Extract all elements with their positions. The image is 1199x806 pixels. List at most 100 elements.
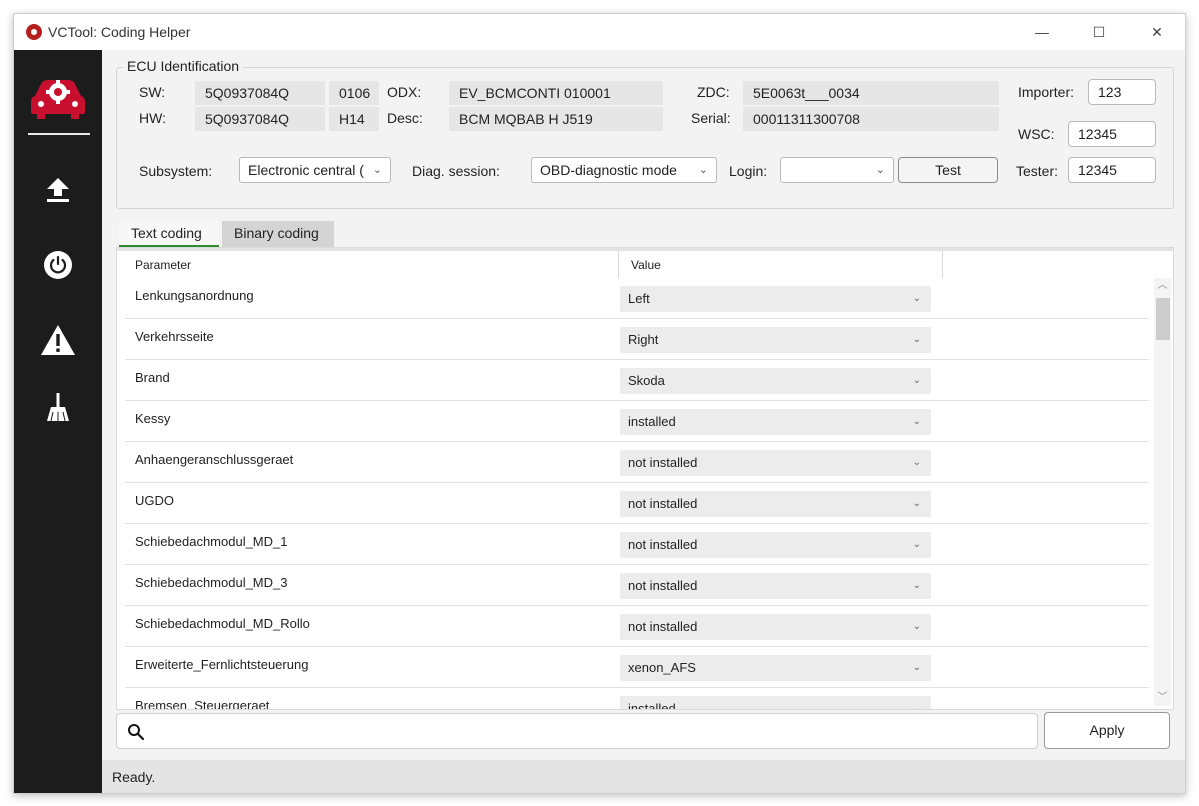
row-parameter: Lenkungsanordnung: [135, 288, 254, 303]
row-value-select[interactable]: not installed ⌄: [620, 573, 931, 599]
status-text: Ready.: [112, 769, 156, 785]
chevron-down-icon: ⌄: [912, 416, 921, 427]
hw-value: 5Q0937084Q: [195, 107, 325, 131]
table-row[interactable]: Bremsen_Steuergeraet installed ⌄: [125, 688, 1149, 710]
vertical-scrollbar[interactable]: ︿ ﹀: [1154, 278, 1171, 706]
scroll-down-icon[interactable]: ﹀: [1154, 690, 1171, 706]
importer-label: Importer:: [1018, 84, 1075, 100]
test-button[interactable]: Test: [898, 157, 998, 183]
login-label: Login:: [729, 163, 768, 179]
row-value-select[interactable]: installed ⌄: [620, 696, 931, 710]
table-row[interactable]: Verkehrsseite Right ⌄: [125, 319, 1149, 360]
row-parameter: Anhaengeranschlussgeraet: [135, 452, 294, 467]
login-select[interactable]: ⌄: [780, 157, 894, 183]
table-row[interactable]: Kessy installed ⌄: [125, 401, 1149, 442]
row-value-select[interactable]: not installed ⌄: [620, 532, 931, 558]
importer-input[interactable]: 123: [1088, 79, 1156, 105]
wsc-input[interactable]: 12345: [1068, 121, 1156, 147]
window-title: VCTool: Coding Helper: [48, 24, 191, 40]
sidebar-item-upload[interactable]: [14, 160, 102, 220]
coding-grid: Parameter Value Lenkungsanordnung Left ⌄ …: [116, 247, 1174, 710]
chevron-down-icon: ⌄: [912, 539, 921, 550]
minimize-button[interactable]: —: [1019, 14, 1065, 50]
diag-session-value: OBD-diagnostic mode: [540, 162, 677, 178]
scroll-up-icon[interactable]: ︿: [1154, 278, 1171, 294]
table-row[interactable]: Erweiterte_Fernlichtsteuerung xenon_AFS ⌄: [125, 647, 1149, 688]
diag-session-label: Diag. session:: [412, 163, 500, 179]
tab-text-coding[interactable]: Text coding: [119, 221, 219, 247]
title-bar: VCTool: Coding Helper — ☐ ✕: [14, 14, 1185, 50]
chevron-down-icon: ⌄: [912, 662, 921, 673]
upload-icon: [47, 178, 69, 202]
row-value-select[interactable]: Left ⌄: [620, 286, 931, 312]
ecu-legend: ECU Identification: [123, 58, 244, 74]
row-parameter: Brand: [135, 370, 170, 385]
app-window: VCTool: Coding Helper — ☐ ✕ ECU Identifi…: [13, 13, 1186, 794]
row-value: not installed: [628, 455, 698, 470]
row-value: installed: [628, 701, 676, 710]
grid-header: Parameter Value: [117, 251, 1157, 278]
chevron-down-icon: ⌄: [912, 293, 921, 304]
close-button[interactable]: ✕: [1134, 14, 1180, 50]
main-content: ECU Identification SW: 5Q0937084Q 0106 O…: [102, 50, 1185, 760]
odx-value: EV_BCMCONTI 010001: [449, 81, 663, 105]
chevron-down-icon: ⌄: [912, 621, 921, 632]
table-row[interactable]: Schiebedachmodul_MD_3 not installed ⌄: [125, 565, 1149, 606]
maximize-button[interactable]: ☐: [1076, 14, 1122, 50]
table-row[interactable]: Schiebedachmodul_MD_1 not installed ⌄: [125, 524, 1149, 565]
row-value: not installed: [628, 496, 698, 511]
sidebar-item-coding[interactable]: [14, 68, 102, 128]
column-header-parameter[interactable]: Parameter: [123, 251, 619, 278]
table-row[interactable]: Brand Skoda ⌄: [125, 360, 1149, 401]
sidebar-item-power[interactable]: [14, 235, 102, 295]
column-header-value[interactable]: Value: [619, 251, 943, 278]
table-row[interactable]: Anhaengeranschlussgeraet not installed ⌄: [125, 442, 1149, 483]
search-input[interactable]: [116, 713, 1038, 749]
row-value: not installed: [628, 537, 698, 552]
scrollbar-thumb[interactable]: [1156, 298, 1170, 340]
chevron-down-icon: ⌄: [912, 457, 921, 468]
chevron-down-icon: ⌄: [372, 164, 382, 176]
subsystem-select[interactable]: Electronic central ( ⌄: [239, 157, 391, 183]
row-value: Skoda: [628, 373, 665, 388]
sidebar-divider: [28, 133, 90, 135]
row-value-select[interactable]: xenon_AFS ⌄: [620, 655, 931, 681]
row-value-select[interactable]: not installed ⌄: [620, 614, 931, 640]
row-value-select[interactable]: Skoda ⌄: [620, 368, 931, 394]
row-value-select[interactable]: Right ⌄: [620, 327, 931, 353]
search-icon: [128, 724, 145, 741]
apply-button[interactable]: Apply: [1044, 712, 1170, 749]
chevron-down-icon: ⌄: [875, 164, 885, 176]
tab-binary-coding[interactable]: Binary coding: [222, 221, 334, 247]
car-gear-icon: [31, 80, 85, 119]
ecu-identification-group: ECU Identification SW: 5Q0937084Q 0106 O…: [116, 58, 1174, 209]
chevron-down-icon: ⌄: [912, 703, 921, 710]
row-value: installed: [628, 414, 676, 429]
row-value-select[interactable]: not installed ⌄: [620, 450, 931, 476]
tester-input[interactable]: 12345: [1068, 157, 1156, 183]
wsc-label: WSC:: [1018, 126, 1055, 142]
serial-value: 00011311300708: [743, 107, 999, 131]
status-bar: Ready.: [102, 760, 1185, 793]
table-row[interactable]: Lenkungsanordnung Left ⌄: [125, 278, 1149, 319]
row-parameter: Kessy: [135, 411, 171, 426]
table-row[interactable]: Schiebedachmodul_MD_Rollo not installed ⌄: [125, 606, 1149, 647]
serial-label: Serial:: [691, 110, 731, 126]
row-parameter: Schiebedachmodul_MD_Rollo: [135, 616, 310, 631]
sidebar: [14, 50, 102, 793]
chevron-down-icon: ⌄: [912, 334, 921, 345]
table-row[interactable]: UGDO not installed ⌄: [125, 483, 1149, 524]
sidebar-item-warning[interactable]: [14, 310, 102, 370]
diag-session-select[interactable]: OBD-diagnostic mode ⌄: [531, 157, 717, 183]
row-value-select[interactable]: installed ⌄: [620, 409, 931, 435]
row-value: xenon_AFS: [628, 660, 696, 675]
row-value: not installed: [628, 619, 698, 634]
row-parameter: Verkehrsseite: [135, 329, 214, 344]
power-icon: [44, 251, 72, 279]
row-value: not installed: [628, 578, 698, 593]
zdc-value: 5E0063t___0034: [743, 81, 999, 105]
row-value-select[interactable]: not installed ⌄: [620, 491, 931, 517]
sidebar-item-clean[interactable]: [14, 377, 102, 437]
sw-version: 0106: [329, 81, 379, 105]
chevron-down-icon: ⌄: [912, 498, 921, 509]
